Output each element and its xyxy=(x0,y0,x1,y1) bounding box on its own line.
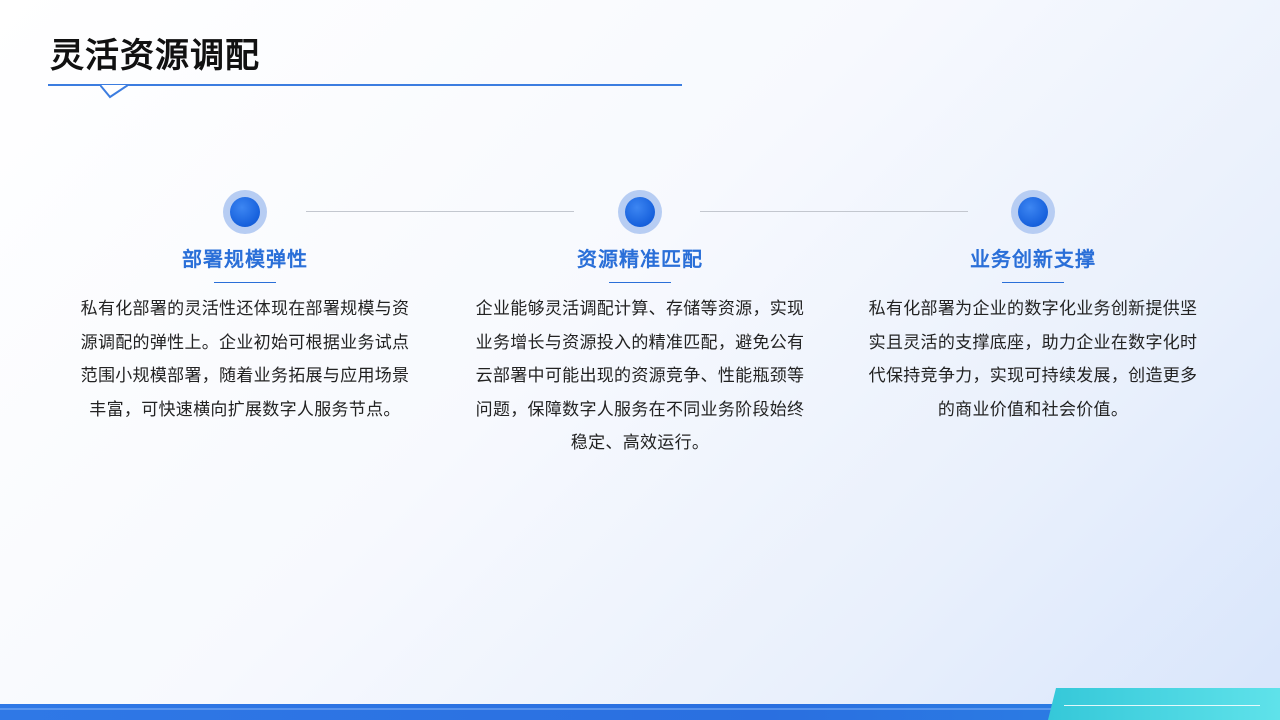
title-underline xyxy=(48,84,682,86)
feature-column-2: 资源精准匹配 企业能够灵活调配计算、存储等资源，实现业务增长与资源投入的精准匹配… xyxy=(470,190,810,461)
bullet-dot-icon xyxy=(223,190,267,234)
title-notch-icon xyxy=(100,85,128,99)
feature-title: 业务创新支撑 xyxy=(970,247,1096,271)
bullet-dot-icon xyxy=(1011,190,1055,234)
feature-column-1: 部署规模弹性 私有化部署的灵活性还体现在部署规模与资源调配的弹性上。企业初始可根… xyxy=(75,190,415,427)
feature-column-3: 业务创新支撑 私有化部署为企业的数字化业务创新提供坚实且灵活的支撑底座，助力企业… xyxy=(863,190,1203,427)
feature-title: 部署规模弹性 xyxy=(182,247,308,271)
feature-description: 企业能够灵活调配计算、存储等资源，实现业务增长与资源投入的精准匹配，避免公有云部… xyxy=(475,299,805,453)
feature-description: 私有化部署为企业的数字化业务创新提供坚实且灵活的支撑底座，助力企业在数字化时代保… xyxy=(868,299,1198,420)
teal-accent-line xyxy=(1064,705,1260,706)
page-title: 灵活资源调配 xyxy=(50,36,260,76)
feature-title-underline xyxy=(609,282,671,283)
teal-accent-block xyxy=(1048,688,1280,720)
bottom-bar-highlight xyxy=(0,708,1060,710)
feature-title-underline xyxy=(214,282,276,283)
feature-title: 资源精准匹配 xyxy=(577,247,703,271)
bullet-dot-icon xyxy=(618,190,662,234)
feature-title-underline xyxy=(1002,282,1064,283)
feature-description: 私有化部署的灵活性还体现在部署规模与资源调配的弹性上。企业初始可根据业务试点范围… xyxy=(80,299,410,420)
